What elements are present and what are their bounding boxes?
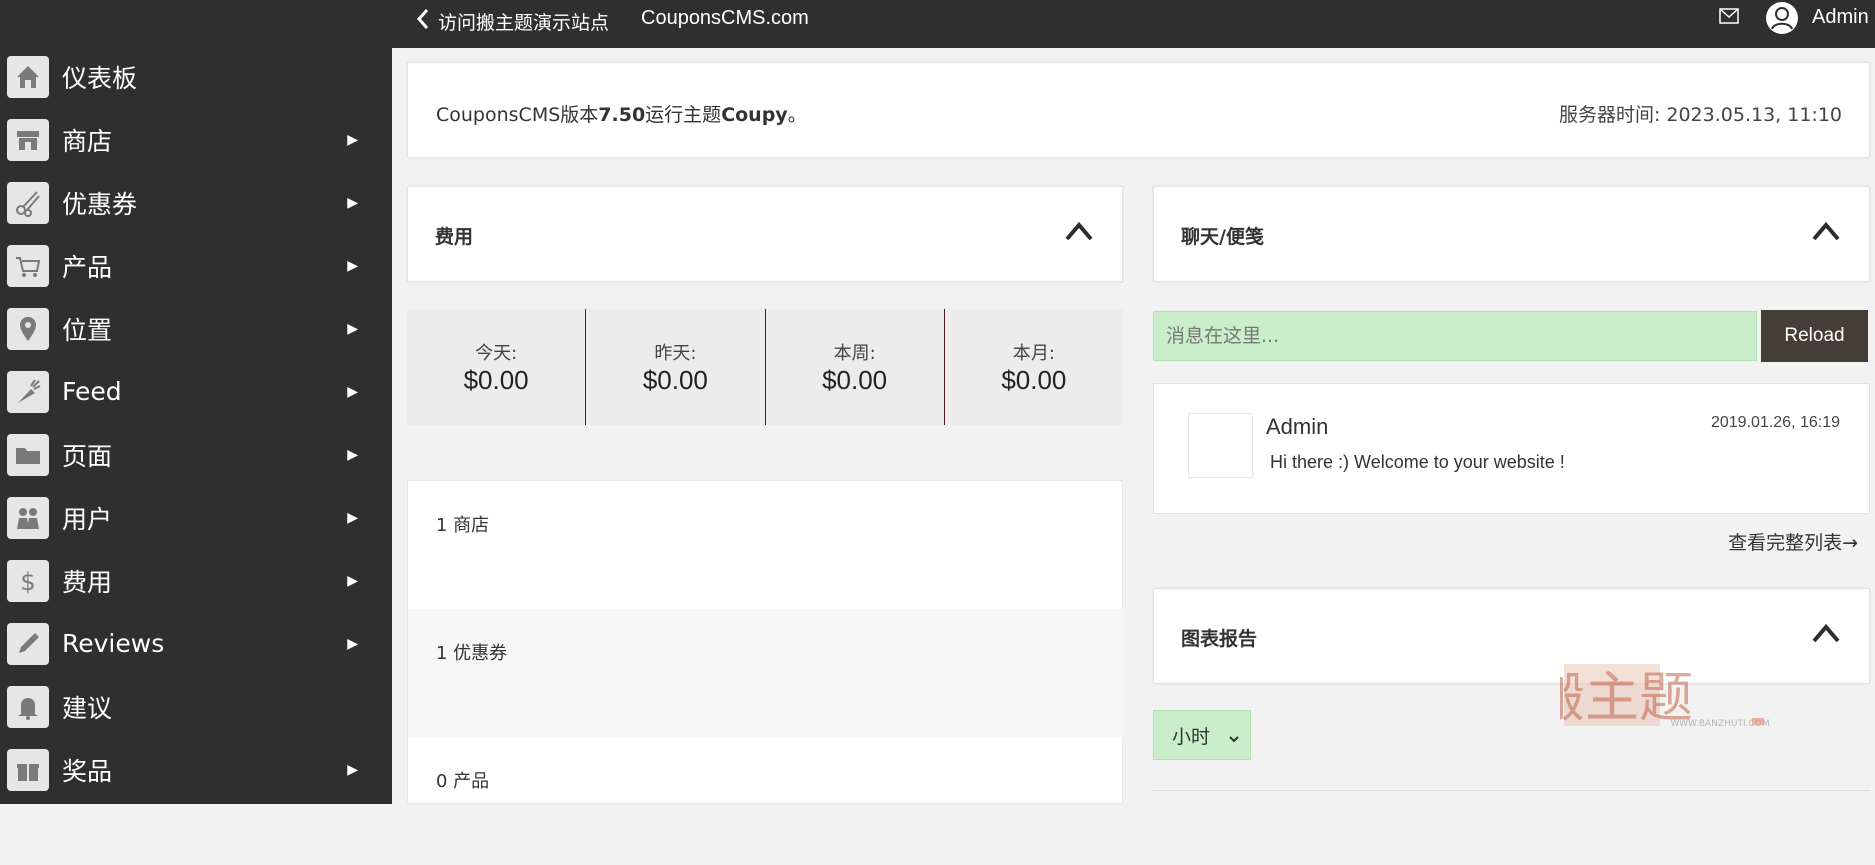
bell-icon — [7, 685, 49, 728]
chevron-right-icon: ▶ — [347, 194, 358, 210]
sidebar-item-label: 费用 — [62, 567, 113, 597]
panel-title: 聊天/便笺 — [1181, 226, 1264, 248]
chevron-right-icon: ▶ — [347, 131, 358, 147]
visit-site-link[interactable]: 访问搬主题演示站点 — [438, 8, 609, 35]
sidebar-item-fees[interactable]: $ 费用 ▶ — [0, 549, 392, 612]
chevron-right-icon: ▶ — [347, 761, 358, 777]
sidebar-item-label: 页面 — [62, 441, 113, 471]
chevron-left-icon[interactable] — [410, 6, 436, 32]
counts-list: 1 商店 1 优惠券 0 产品 — [407, 480, 1124, 804]
version-panel: CouponsCMS版本7.50运行主题Coupy。 服务器时间: 2023.0… — [407, 62, 1870, 158]
stat-label: 今天: — [475, 343, 518, 364]
chevron-right-icon: ▶ — [347, 572, 358, 588]
home-icon — [7, 55, 49, 98]
chevron-right-icon: ▶ — [347, 257, 358, 273]
chevron-down-icon — [1228, 728, 1240, 743]
collapse-icon[interactable] — [1064, 219, 1094, 243]
reload-button[interactable]: Reload — [1761, 310, 1868, 362]
range-select[interactable]: 小时 — [1153, 710, 1251, 760]
count-text: 1 优惠券 — [436, 643, 508, 664]
view-all-link[interactable]: 查看完整列表→ — [1728, 528, 1858, 555]
collapse-icon[interactable] — [1811, 621, 1841, 645]
server-time: 服务器时间: 2023.05.13, 11:10 — [1558, 104, 1842, 126]
sidebar-item-label: 商店 — [62, 126, 113, 156]
count-text: 1 商店 — [436, 515, 490, 536]
stat-week: 本周: $0.00 — [766, 309, 945, 425]
collapse-icon[interactable] — [1811, 219, 1841, 243]
user-name[interactable]: Admin — [1812, 6, 1869, 29]
fees-stats: 今天: $0.00 昨天: $0.00 本周: $0.00 本月: $0.00 — [407, 309, 1123, 425]
sidebar-item-label: 用户 — [62, 504, 113, 534]
count-text: 0 产品 — [436, 771, 490, 792]
chat-panel-header: 聊天/便笺 — [1153, 186, 1870, 282]
sidebar-item-dashboard[interactable]: 仪表板 — [0, 45, 392, 108]
sidebar-item-label: Feed — [62, 377, 122, 406]
carrot-icon — [7, 370, 49, 413]
site-name: CouponsCMS.com — [641, 7, 809, 29]
topbar: 访问搬主题演示站点 CouponsCMS.com Admin — [392, 0, 1875, 48]
mail-icon[interactable] — [1719, 8, 1739, 24]
stat-value: $0.00 — [463, 365, 529, 395]
scissors-icon — [7, 181, 49, 224]
users-icon — [7, 496, 49, 539]
dollar-icon: $ — [7, 559, 49, 602]
sidebar-item-label: 建议 — [62, 693, 113, 723]
sidebar-item-label: 产品 — [62, 252, 113, 282]
range-select-value: 小时 — [1172, 725, 1211, 748]
divider — [1153, 790, 1870, 791]
stat-value: $0.00 — [1001, 365, 1067, 395]
stat-value: $0.00 — [642, 365, 708, 395]
chevron-right-icon: ▶ — [347, 635, 358, 651]
sidebar-item-stores[interactable]: 商店 ▶ — [0, 108, 392, 171]
message-input[interactable] — [1153, 311, 1757, 361]
chevron-right-icon: ▶ — [347, 446, 358, 462]
list-item[interactable]: 1 优惠券 — [408, 609, 1124, 737]
list-item[interactable]: 1 商店 — [408, 481, 1124, 609]
map-pin-icon — [7, 307, 49, 350]
stat-yesterday: 昨天: $0.00 — [586, 309, 766, 425]
stat-value: $0.00 — [822, 365, 888, 395]
pencil-icon — [7, 622, 49, 665]
cart-icon — [7, 244, 49, 287]
sidebar-item-suggestions[interactable]: 建议 — [0, 675, 392, 738]
sidebar-item-label: 奖品 — [62, 756, 113, 786]
sidebar-item-label: 优惠券 — [62, 189, 138, 219]
sidebar-item-rewards[interactable]: 奖品 ▶ — [0, 738, 392, 801]
svg-text:$: $ — [20, 568, 35, 596]
sidebar-item-label: 仪表板 — [62, 63, 138, 93]
sidebar-item-users[interactable]: 用户 ▶ — [0, 486, 392, 549]
message-text: Hi there :) Welcome to your website ! — [1270, 452, 1565, 472]
sidebar-item-pages[interactable]: 页面 ▶ — [0, 423, 392, 486]
sidebar-item-coupons[interactable]: 优惠券 ▶ — [0, 171, 392, 234]
sidebar-item-reviews[interactable]: Reviews ▶ — [0, 612, 392, 675]
panel-title: 图表报告 — [1181, 628, 1258, 650]
fees-panel-header: 费用 — [407, 186, 1123, 282]
user-avatar-icon[interactable] — [1765, 1, 1799, 35]
store-icon — [7, 118, 49, 161]
panel-title: 费用 — [435, 226, 474, 248]
stat-label: 本周: — [833, 343, 876, 364]
sidebar: 仪表板 商店 ▶ 优惠券 ▶ 产品 ▶ 位置 ▶ Feed ▶ 页面 ▶ 用户 … — [0, 0, 392, 804]
sidebar-item-feed[interactable]: Feed ▶ — [0, 360, 392, 423]
stat-month: 本月: $0.00 — [945, 309, 1123, 425]
gift-icon — [7, 748, 49, 791]
chevron-right-icon: ▶ — [347, 320, 358, 336]
stat-label: 昨天: — [654, 343, 697, 364]
stat-today: 今天: $0.00 — [407, 309, 587, 425]
version-info: CouponsCMS版本7.50运行主题Coupy。 — [436, 104, 807, 126]
list-item[interactable]: 0 产品 — [408, 737, 1124, 865]
chevron-right-icon: ▶ — [347, 383, 358, 399]
sidebar-item-locations[interactable]: 位置 ▶ — [0, 297, 392, 360]
folder-icon — [7, 433, 49, 476]
chat-message: Admin 2019.01.26, 16:19 Hi there :) Welc… — [1153, 383, 1870, 514]
avatar — [1188, 413, 1253, 478]
chevron-right-icon: ▶ — [347, 509, 358, 525]
stat-label: 本月: — [1012, 343, 1055, 364]
watermark-logo: 搬主题 WWW.BANZHUTI.COM — [1531, 660, 1790, 730]
sidebar-item-label: Reviews — [62, 629, 165, 658]
message-author: Admin — [1266, 414, 1329, 439]
sidebar-item-label: 位置 — [62, 315, 113, 345]
message-date: 2019.01.26, 16:19 — [1710, 414, 1840, 431]
sidebar-item-products[interactable]: 产品 ▶ — [0, 234, 392, 297]
